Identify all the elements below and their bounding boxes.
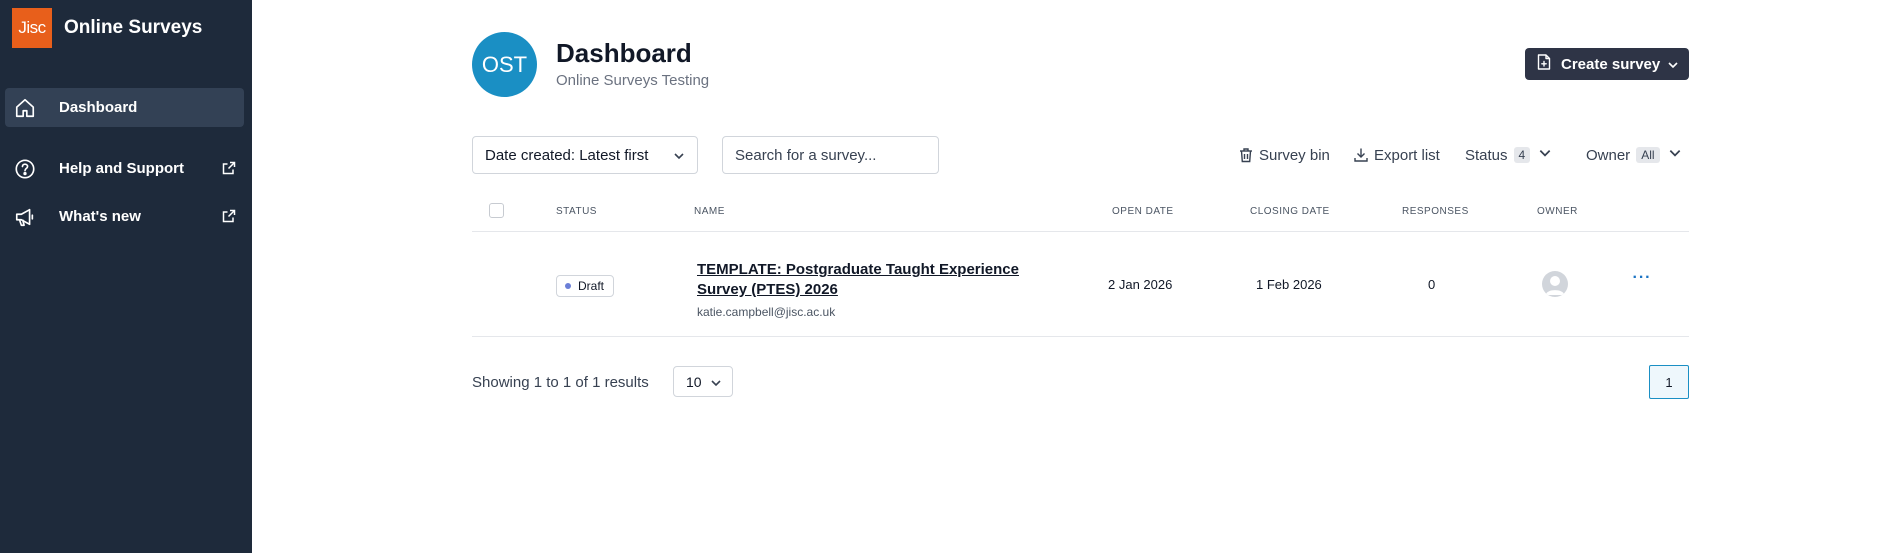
page-size-value: 10 bbox=[686, 373, 702, 390]
survey-bin-label: Survey bin bbox=[1259, 146, 1330, 164]
export-list-button[interactable]: Export list bbox=[1353, 144, 1440, 166]
external-link-icon bbox=[222, 209, 236, 223]
help-circle-icon bbox=[13, 157, 37, 181]
responses-cell: 0 bbox=[1428, 277, 1436, 292]
page-title: Dashboard bbox=[556, 38, 692, 68]
column-header-owner: Owner bbox=[1537, 206, 1578, 217]
results-summary: Showing 1 to 1 of 1 results bbox=[472, 374, 649, 391]
sort-select[interactable]: Date created: Latest first bbox=[472, 136, 698, 174]
sidebar-item-label: Help and Support bbox=[59, 160, 184, 177]
create-survey-label: Create survey bbox=[1561, 55, 1661, 73]
download-icon bbox=[1353, 147, 1369, 163]
status-filter[interactable]: Status 4 bbox=[1465, 144, 1552, 166]
column-header-status: Status bbox=[556, 206, 597, 217]
table-header-divider bbox=[472, 231, 1689, 232]
app-title: Online Surveys bbox=[64, 17, 203, 38]
owner-filter[interactable]: Owner All bbox=[1586, 144, 1682, 166]
open-date-cell: 2 Jan 2026 bbox=[1108, 277, 1173, 292]
column-header-closing-date: Closing date bbox=[1250, 206, 1330, 217]
chevron-down-icon bbox=[673, 149, 685, 166]
owner-avatar bbox=[1542, 271, 1568, 297]
search-input[interactable] bbox=[722, 136, 939, 174]
organisation-name: Online Surveys Testing bbox=[556, 72, 710, 89]
survey-owner-email: katie.campbell@jisc.ac.uk bbox=[697, 305, 836, 319]
export-list-label: Export list bbox=[1374, 146, 1440, 164]
owner-filter-label: Owner bbox=[1586, 146, 1631, 164]
page-size-select[interactable]: 10 bbox=[673, 366, 733, 397]
survey-name-link[interactable]: TEMPLATE: Postgraduate Taught Experience… bbox=[697, 260, 1027, 300]
user-icon bbox=[1545, 276, 1565, 295]
sidebar-item-label: What's new bbox=[59, 208, 141, 225]
sort-select-value: Date created: Latest first bbox=[485, 146, 649, 164]
select-all-checkbox[interactable] bbox=[489, 203, 504, 218]
chevron-down-icon bbox=[710, 376, 722, 392]
organisation-avatar: OST bbox=[472, 32, 537, 97]
external-link-icon bbox=[222, 161, 236, 175]
sidebar-item-whats-new[interactable]: What's new bbox=[5, 197, 244, 236]
chevron-down-icon bbox=[1538, 146, 1552, 164]
sidebar: Jisc Online Surveys Dashboard Help and S… bbox=[0, 0, 252, 553]
create-survey-button[interactable]: Create survey bbox=[1525, 48, 1689, 80]
owner-filter-badge: All bbox=[1636, 147, 1660, 163]
jisc-logo: Jisc bbox=[12, 8, 52, 48]
sidebar-item-dashboard[interactable]: Dashboard bbox=[5, 88, 244, 127]
column-header-responses: Responses bbox=[1402, 206, 1469, 217]
trash-icon bbox=[1238, 147, 1254, 163]
closing-date-cell: 1 Feb 2026 bbox=[1256, 277, 1322, 292]
sidebar-item-label: Dashboard bbox=[59, 99, 138, 116]
row-actions-button[interactable]: ··· bbox=[1631, 270, 1653, 292]
table-row-divider bbox=[472, 336, 1689, 337]
document-icon bbox=[1537, 54, 1551, 74]
sidebar-item-help[interactable]: Help and Support bbox=[5, 149, 244, 188]
chevron-down-icon bbox=[1667, 58, 1679, 75]
chevron-down-icon bbox=[1668, 146, 1682, 164]
column-header-name: Name bbox=[694, 206, 725, 217]
status-dot bbox=[565, 283, 571, 289]
pagination-page-1[interactable]: 1 bbox=[1649, 365, 1689, 399]
survey-bin-button[interactable]: Survey bin bbox=[1238, 144, 1330, 166]
brand[interactable]: Jisc Online Surveys bbox=[12, 8, 202, 48]
status-badge-label: Draft bbox=[578, 279, 605, 293]
status-count-badge: 4 bbox=[1513, 147, 1531, 163]
status-badge: Draft bbox=[556, 275, 615, 297]
megaphone-icon bbox=[13, 205, 37, 229]
home-icon bbox=[13, 96, 37, 120]
status-filter-label: Status bbox=[1465, 146, 1508, 164]
column-header-open-date: Open date bbox=[1112, 206, 1174, 217]
